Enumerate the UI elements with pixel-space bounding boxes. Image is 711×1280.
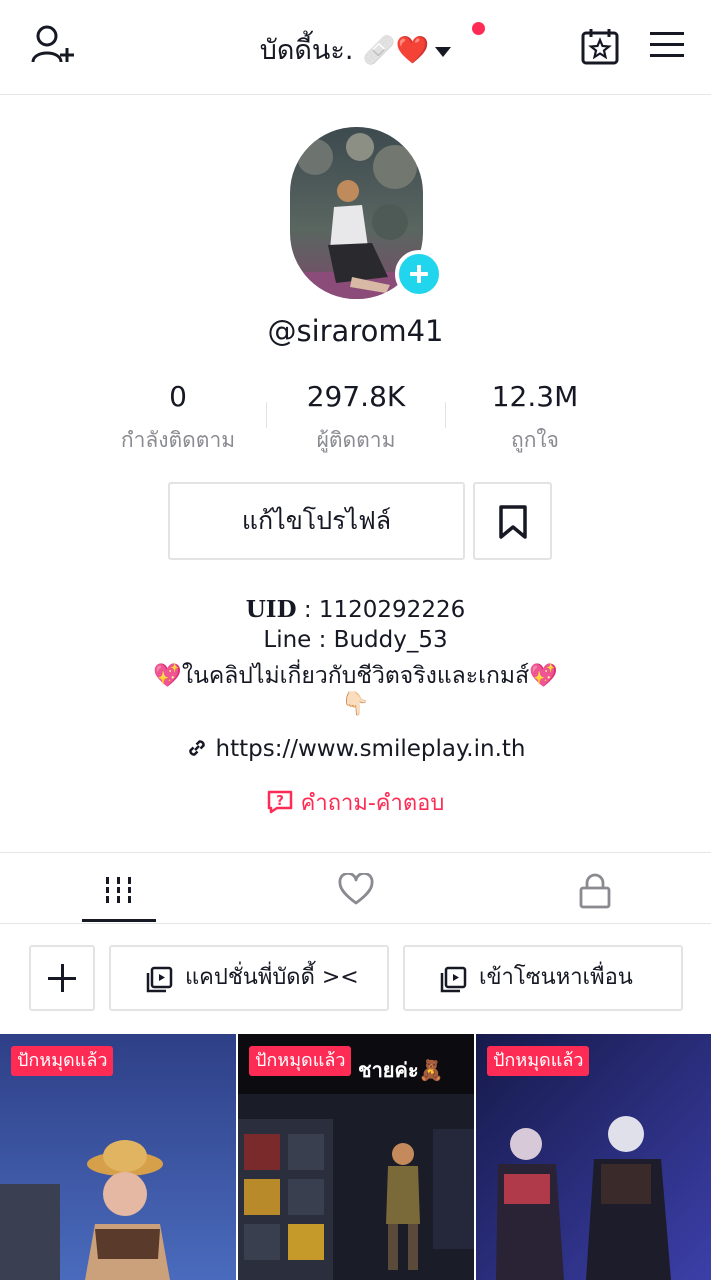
stat-followers[interactable]: 297.8K ผู้ติดตาม xyxy=(266,380,446,457)
qa-label: คำถาม-คำตอบ xyxy=(300,791,445,816)
pinned-badge: ปักหมุดแล้ว xyxy=(249,1046,352,1076)
videos-grid-icon xyxy=(103,877,135,903)
chevron-down-icon xyxy=(435,46,452,57)
bio-uid-value: : 1120292226 xyxy=(296,597,466,623)
followers-count: 297.8K xyxy=(306,380,406,413)
stat-likes[interactable]: 12.3M ถูกใจ xyxy=(445,380,625,457)
account-name: บัดดี้นะ. 🩹❤️ xyxy=(259,35,430,66)
video-thumbnail[interactable]: ปักหมุดแล้ว xyxy=(0,1034,236,1280)
bio-link-text: https://www.smileplay.in.th xyxy=(215,736,526,762)
video-overlay-text: ชายค่ะ🧸 xyxy=(358,1058,444,1082)
playlist-icon xyxy=(146,966,173,993)
qa-link[interactable]: ? คำถาม-คำตอบ xyxy=(0,785,711,820)
tab-private[interactable] xyxy=(474,853,711,923)
bookmark-icon xyxy=(499,505,527,539)
playlist-button[interactable]: เข้าโซนหาเพื่อน xyxy=(403,945,683,1011)
notification-dot xyxy=(472,22,485,35)
following-label: กำลังติดตาม xyxy=(120,428,236,452)
playlist-label: เข้าโซนหาเพื่อน xyxy=(479,965,633,990)
active-tab-indicator xyxy=(82,919,156,922)
heart-icon xyxy=(338,873,374,905)
bio-uid-key: UID xyxy=(245,596,297,623)
likes-label: ถูกใจ xyxy=(511,428,559,452)
lock-icon xyxy=(579,873,611,909)
bio-description: 💖ในคลิปไม่เกี่ยวกับชีวิตจริงและเกมส์💖 xyxy=(153,663,558,689)
bio-line-id: Line : Buddy_53 xyxy=(263,627,448,653)
favorites-button[interactable] xyxy=(473,482,552,560)
link-icon xyxy=(188,740,205,756)
bio-link[interactable]: https://www.smileplay.in.th xyxy=(0,736,711,762)
video-thumbnail[interactable]: ปักหมุดแล้ว xyxy=(476,1034,711,1280)
likes-count: 12.3M xyxy=(491,380,579,413)
svg-text:?: ? xyxy=(276,794,284,809)
hamburger-menu-icon[interactable] xyxy=(648,30,688,64)
question-bubble-icon: ? xyxy=(267,790,292,814)
playlist-icon xyxy=(440,966,467,993)
tab-liked[interactable] xyxy=(237,853,474,923)
calendar-star-icon[interactable] xyxy=(580,26,624,70)
top-header: บัดดี้นะ. 🩹❤️ xyxy=(0,0,711,95)
add-playlist-button[interactable] xyxy=(29,945,95,1011)
playlist-button[interactable]: แคปชั่นพี่บัดดี้ >< xyxy=(109,945,389,1011)
add-avatar-button[interactable] xyxy=(395,250,443,298)
video-thumbnail[interactable]: ชายค่ะ🧸 ปักหมุดแล้ว xyxy=(238,1034,474,1280)
profile-tabs xyxy=(0,852,711,924)
bio-uid: UID : 1120292226 xyxy=(0,596,711,623)
playlist-label: แคปชั่นพี่บัดดี้ >< xyxy=(185,965,359,990)
tab-videos[interactable] xyxy=(0,853,237,923)
followers-label: ผู้ติดตาม xyxy=(316,428,396,452)
pinned-badge: ปักหมุดแล้ว xyxy=(11,1046,114,1076)
edit-profile-button[interactable]: แก้ไขโปรไฟล์ xyxy=(168,482,465,560)
pinned-badge: ปักหมุดแล้ว xyxy=(487,1046,590,1076)
stat-following[interactable]: 0 กำลังติดตาม xyxy=(88,380,268,457)
following-count: 0 xyxy=(169,380,187,413)
bio-pointer-emoji: 👇🏻 xyxy=(341,691,370,717)
username: @sirarom41 xyxy=(267,314,444,348)
